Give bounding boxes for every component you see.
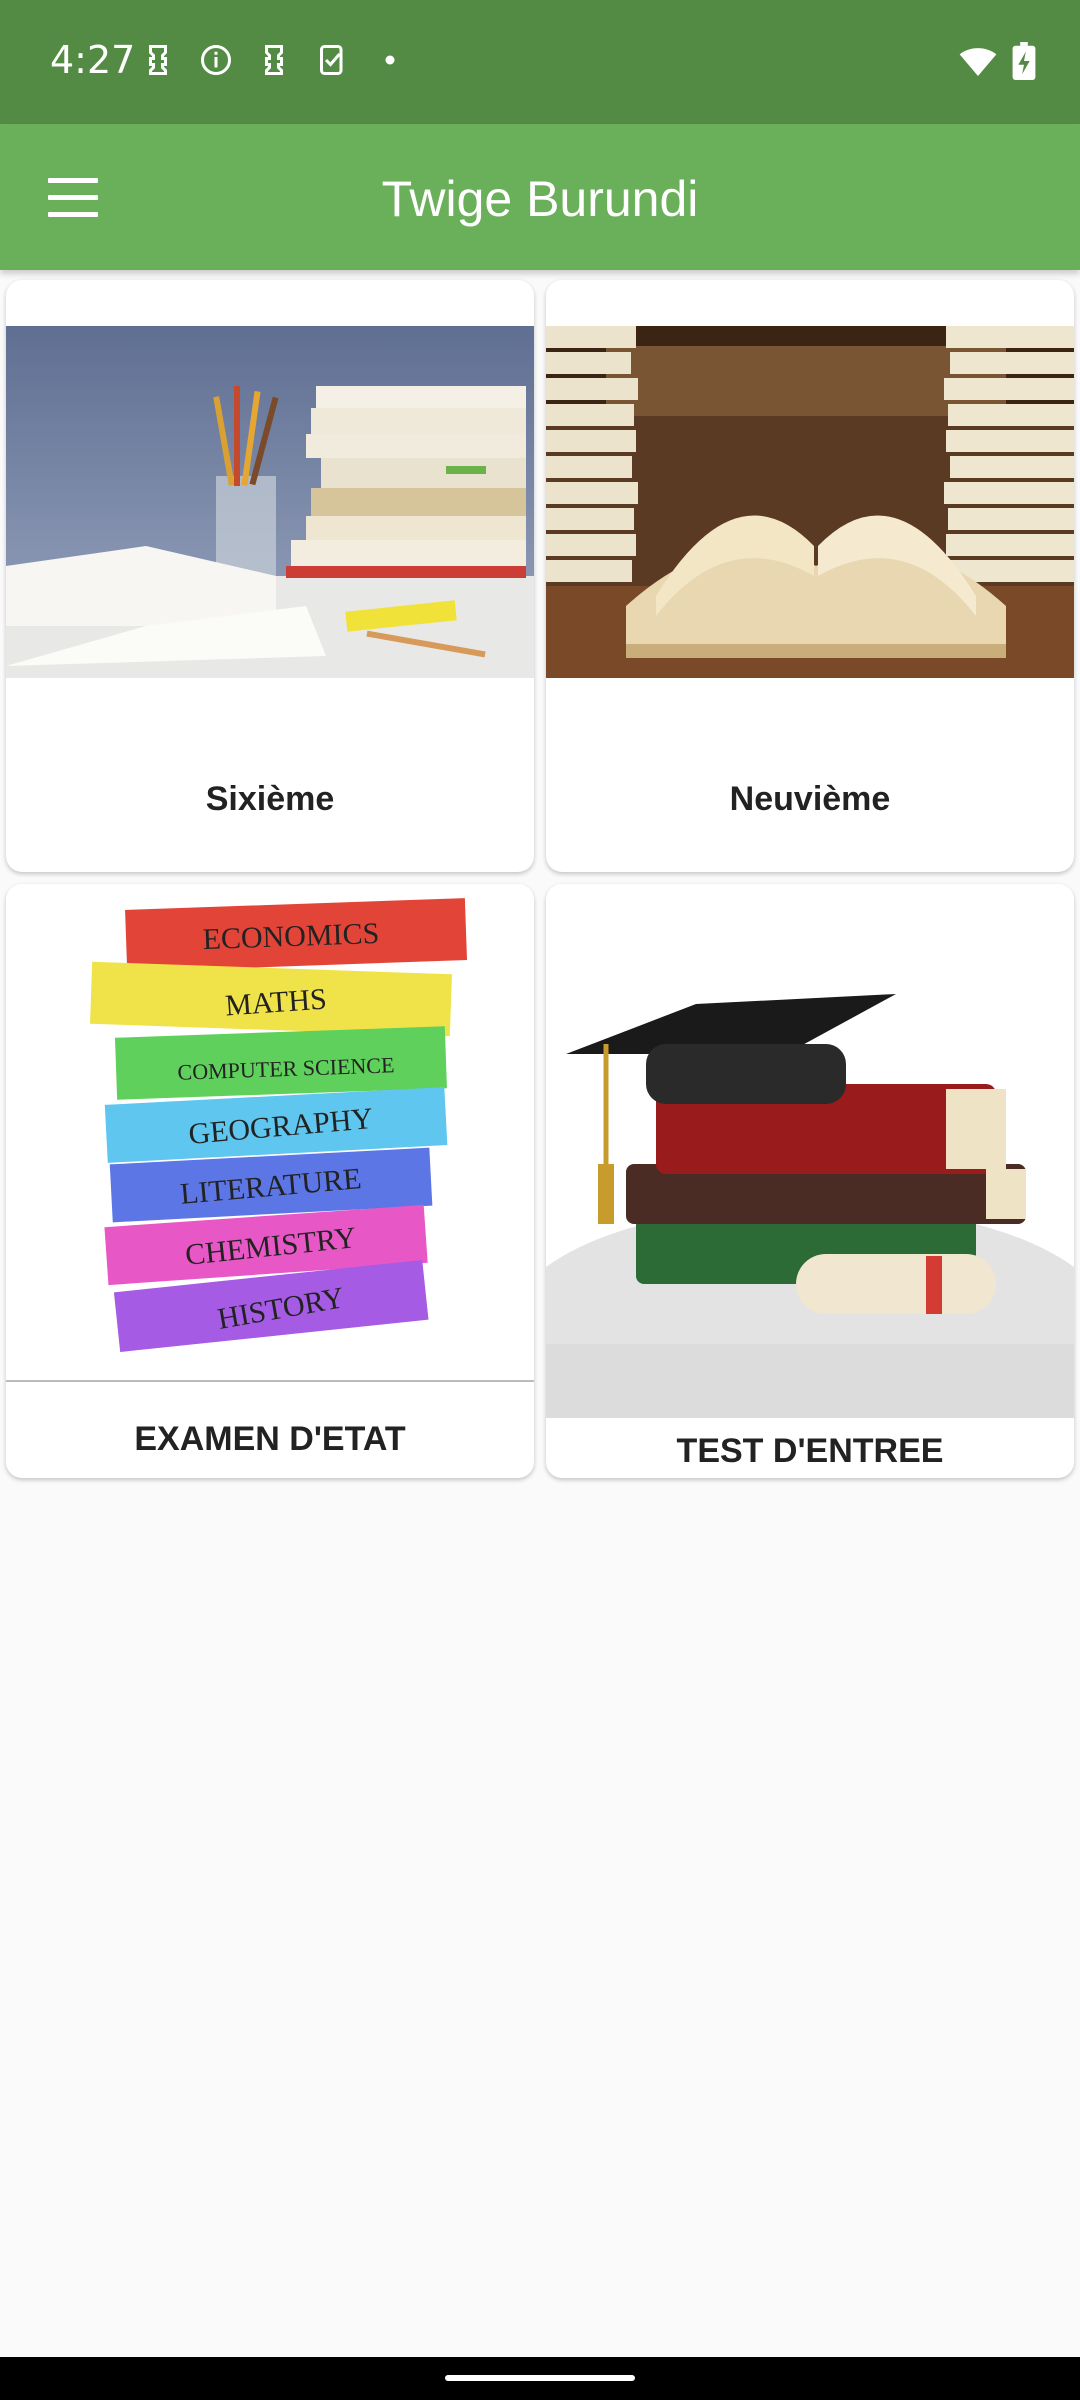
card-sixieme[interactable]: Sixième bbox=[6, 280, 534, 872]
card-label: EXAMEN D'ETAT bbox=[134, 1420, 406, 1458]
app-title: Twige Burundi bbox=[381, 171, 699, 227]
card-test-dentree[interactable]: TEST D'ENTREE bbox=[546, 884, 1074, 1478]
card-examen-detat[interactable]: ECONOMICS MATHS COMPUTER SCIENCE GEOGRAP… bbox=[6, 884, 534, 1478]
card-neuvieme[interactable]: Neuvième bbox=[546, 280, 1074, 872]
card-image-test bbox=[546, 884, 1074, 1418]
home-gesture-handle[interactable] bbox=[445, 2375, 635, 2381]
sim-icon bbox=[140, 42, 176, 78]
battery-charging-icon bbox=[1012, 42, 1036, 85]
card-label: Sixième bbox=[205, 780, 335, 818]
navigation-bar bbox=[0, 2357, 1080, 2400]
app-bar: Twige Burundi bbox=[0, 124, 1080, 270]
info-icon bbox=[198, 42, 234, 78]
card-image-sixieme bbox=[6, 326, 534, 678]
task-icon bbox=[314, 42, 350, 78]
card-image-examen: ECONOMICS MATHS COMPUTER SCIENCE GEOGRAP… bbox=[6, 884, 534, 1382]
status-bar: 4:27 bbox=[0, 0, 1080, 124]
system-icons bbox=[958, 42, 1036, 85]
card-image-neuvieme bbox=[546, 326, 1074, 678]
book-spine-text: ECONOMICS bbox=[202, 917, 380, 956]
status-time: 4:27 bbox=[50, 38, 136, 82]
dot-icon bbox=[372, 42, 408, 78]
wifi-icon bbox=[958, 43, 998, 84]
card-label: Neuvième bbox=[729, 780, 891, 818]
card-label: TEST D'ENTREE bbox=[676, 1432, 944, 1470]
sim-icon bbox=[256, 42, 292, 78]
notification-icons bbox=[140, 42, 408, 78]
